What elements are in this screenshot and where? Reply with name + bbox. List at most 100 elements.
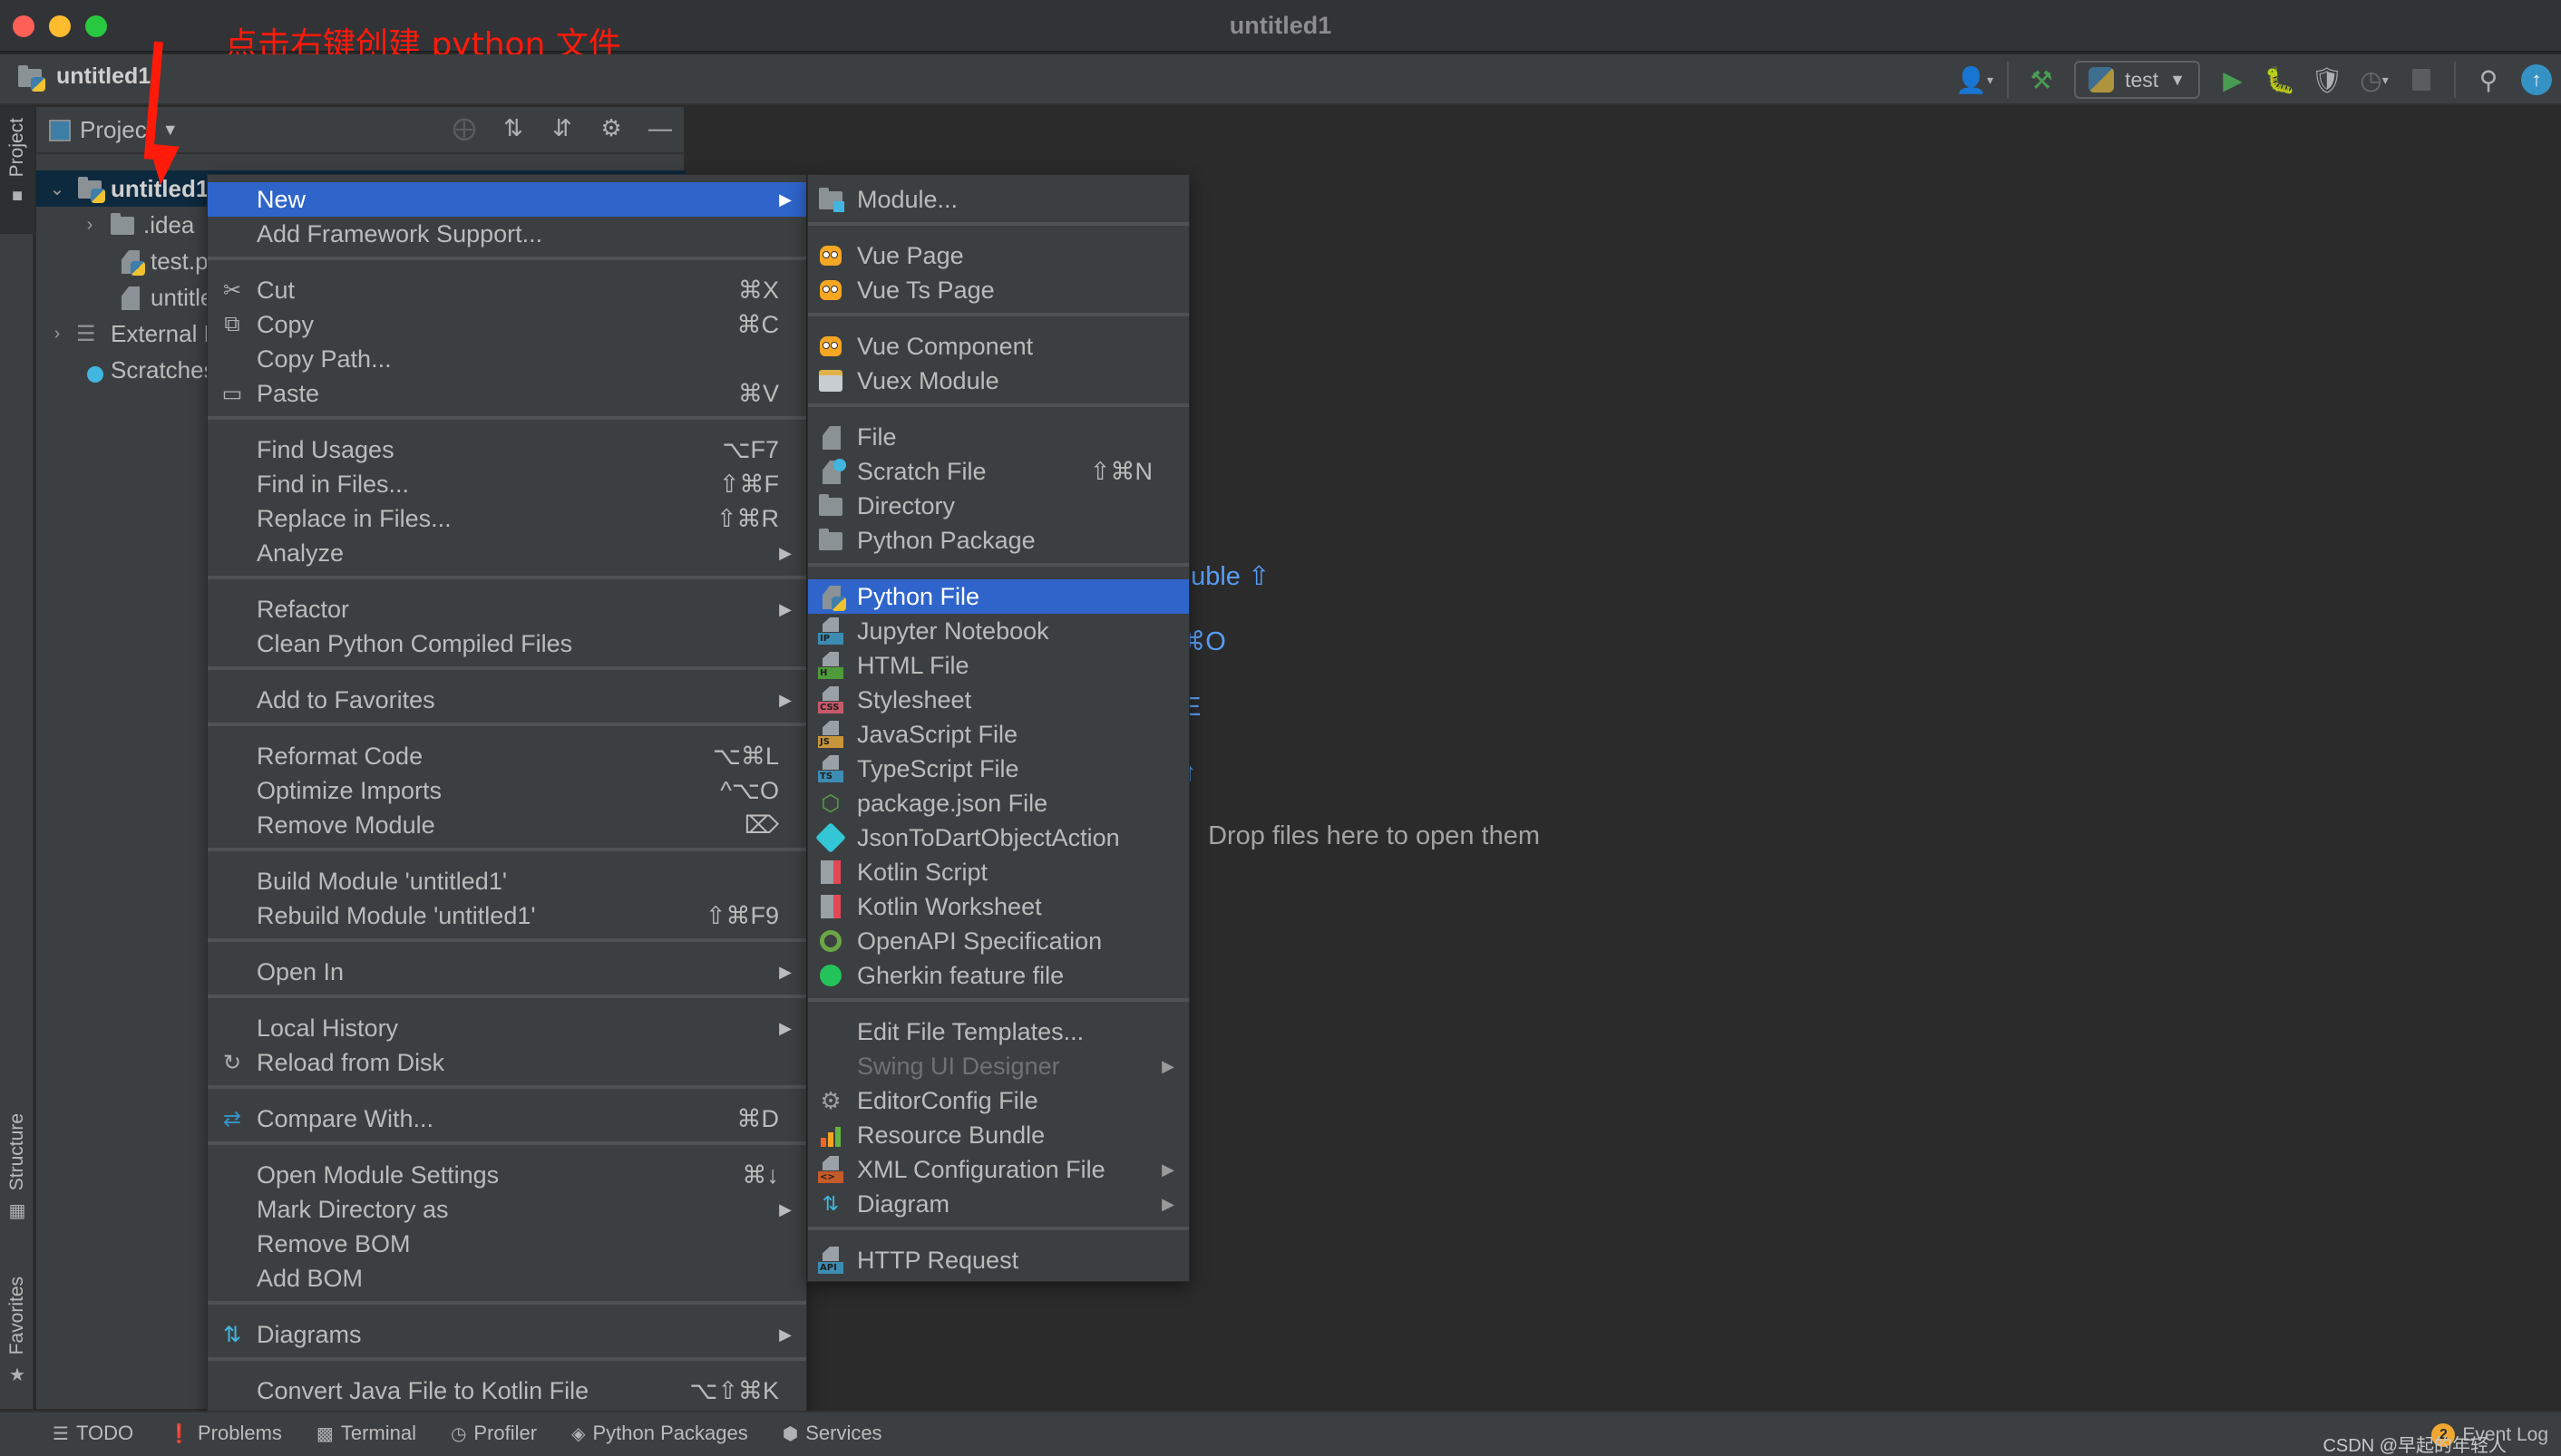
new-menu-item-kotlin-script[interactable]: Kotlin Script (808, 855, 1189, 889)
tool-tab-structure[interactable]: Structure ▦ (0, 1113, 34, 1240)
gear-icon[interactable]: ⚙ (599, 114, 624, 142)
context-menu-item-optimize-imports[interactable]: Optimize Imports ^⌥O (208, 773, 806, 808)
python-package-icon (817, 527, 844, 554)
new-menu-item-xml-configuration-file[interactable]: <> XML Configuration File ▶ (808, 1152, 1189, 1187)
tab-terminal[interactable]: ▩ Terminal (316, 1422, 416, 1445)
python-file-icon (116, 248, 145, 276)
context-menu-item-copy-path[interactable]: Copy Path... (208, 342, 806, 376)
context-menu-item-add-to-favorites[interactable]: Add to Favorites ▶ (208, 683, 806, 717)
new-menu-item-module[interactable]: Module... (808, 182, 1189, 217)
profile-icon[interactable]: ◷ ▾ (2360, 65, 2389, 94)
chevron-down-icon[interactable]: ⌄ (47, 178, 67, 200)
tab-python-packages[interactable]: ◈ Python Packages (571, 1422, 748, 1445)
context-menu-item-new[interactable]: New ▶ (208, 182, 806, 217)
debug-icon[interactable]: 🐛 (2264, 65, 2296, 94)
context-menu-item-find-usages[interactable]: Find Usages ⌥F7 (208, 432, 806, 467)
new-menu-item-http-request[interactable]: API HTTP Request (808, 1243, 1189, 1277)
chevron-right-icon[interactable]: › (47, 324, 67, 345)
context-menu: New ▶ Add Framework Support... ✂ Cut ⌘X ⧉ Copy ⌘… (207, 174, 807, 1416)
build-hammer-icon[interactable]: ⚒ (2027, 65, 2056, 94)
context-menu-item-open-module-settings[interactable]: Open Module Settings ⌘↓ (208, 1158, 806, 1192)
new-menu-item-editorconfig-file[interactable]: ⚙ EditorConfig File (808, 1083, 1189, 1118)
update-icon[interactable]: ↑ (2521, 64, 2552, 95)
context-menu-item-add-framework-support[interactable]: Add Framework Support... (208, 217, 806, 251)
new-menu-item-jupyter-notebook[interactable]: IP Jupyter Notebook (808, 614, 1189, 648)
hide-panel-icon[interactable]: — (648, 114, 673, 142)
context-menu-item-find-in-files[interactable]: Find in Files... ⇧⌘F (208, 467, 806, 501)
run-config-dropdown[interactable]: test ▼ (2074, 61, 2200, 99)
chevron-right-icon[interactable]: › (80, 215, 100, 236)
context-menu-item-replace-in-files[interactable]: Replace in Files... ⇧⌘R (208, 501, 806, 536)
new-menu-item-package-json-file[interactable]: ⬡ package.json File (808, 786, 1189, 820)
new-menu-item-vue-ts-page[interactable]: Vue Ts Page (808, 273, 1189, 307)
run-icon[interactable]: ▶ (2218, 65, 2247, 94)
menu-item-label: Vue Component (857, 332, 1034, 360)
context-menu-item-build-module-untitled1[interactable]: Build Module 'untitled1' (208, 864, 806, 898)
new-menu-item-jsontodartobjectaction[interactable]: JsonToDartObjectAction (808, 820, 1189, 855)
menu-item-label: Optimize Imports (257, 776, 443, 804)
menu-item-label: Open Module Settings (257, 1160, 500, 1189)
search-icon[interactable]: ⚲ (2474, 65, 2503, 94)
folder-icon: ■ (11, 186, 24, 207)
context-menu-item-compare-with[interactable]: ⇄ Compare With... ⌘D (208, 1102, 806, 1136)
context-menu-item-mark-directory-as[interactable]: Mark Directory as ▶ (208, 1192, 806, 1227)
tool-tab-favorites[interactable]: Favorites ★ (0, 1276, 34, 1403)
new-menu-item-kotlin-worksheet[interactable]: Kotlin Worksheet (808, 889, 1189, 924)
project-view-dropdown[interactable]: Project ▼ (49, 116, 179, 144)
context-menu-item-rebuild-module-untitled1[interactable]: Rebuild Module 'untitled1' ⇧⌘F9 (208, 898, 806, 933)
new-menu-item-vuex-module[interactable]: Vuex Module (808, 364, 1189, 398)
menu-item-label: Reformat Code (257, 742, 424, 770)
expand-all-icon[interactable]: ⇅ (501, 114, 526, 142)
context-menu-item-open-in[interactable]: Open In ▶ (208, 955, 806, 989)
new-menu-item-vue-component[interactable]: Vue Component (808, 329, 1189, 364)
module-icon (817, 186, 844, 213)
tab-profiler[interactable]: ◷ Profiler (451, 1422, 537, 1445)
new-menu-item-file[interactable]: File (808, 420, 1189, 454)
new-menu-item-edit-file-templates[interactable]: Edit File Templates... (808, 1014, 1189, 1049)
new-menu-item-resource-bundle[interactable]: Resource Bundle (808, 1118, 1189, 1152)
tab-todo[interactable]: ☰ TODO (53, 1422, 133, 1445)
library-icon: ☰ (76, 322, 96, 346)
tab-services[interactable]: ⬢ Services (783, 1422, 882, 1445)
vcs-user-icon[interactable]: 👤 ▾ (1955, 65, 1993, 94)
new-menu-item-diagram[interactable]: ⇅ Diagram ▶ (808, 1187, 1189, 1221)
context-menu-item-reload-from-disk[interactable]: ↻ Reload from Disk (208, 1045, 806, 1080)
new-menu-item-typescript-file[interactable]: TS TypeScript File (808, 752, 1189, 786)
context-menu-item-local-history[interactable]: Local History ▶ (208, 1011, 806, 1045)
menu-item-label: Open In (257, 957, 345, 985)
collapse-all-icon[interactable]: ⇵ (550, 114, 575, 142)
context-menu-item-analyze[interactable]: Analyze ▶ (208, 536, 806, 570)
context-menu-item-copy[interactable]: ⧉ Copy ⌘C (208, 307, 806, 342)
context-menu-item-add-bom[interactable]: Add BOM (208, 1261, 806, 1296)
new-menu-item-html-file[interactable]: H HTML File (808, 648, 1189, 683)
new-menu-item-python-file[interactable]: Python File (808, 579, 1189, 614)
new-menu-item-openapi-specification[interactable]: OpenAPI Specification (808, 924, 1189, 958)
context-menu-item-remove-bom[interactable]: Remove BOM (208, 1227, 806, 1261)
context-menu-item-cut[interactable]: ✂ Cut ⌘X (208, 273, 806, 307)
new-menu-item-stylesheet[interactable]: CSS Stylesheet (808, 683, 1189, 717)
main-toolbar: 👤 ▾ ⚒ test ▼ ▶ 🐛 🛡 ◷ ▾ ⚲ ↑ (1955, 60, 2552, 100)
tab-problems[interactable]: ❗ Problems (168, 1422, 282, 1445)
context-menu-item-paste[interactable]: ▭ Paste ⌘V (208, 376, 806, 411)
gherkin-icon (817, 962, 844, 989)
stop-icon[interactable] (2407, 65, 2436, 94)
menu-separator (208, 576, 806, 579)
context-menu-item-clean-python-compiled-files[interactable]: Clean Python Compiled Files (208, 626, 806, 661)
new-menu-item-javascript-file[interactable]: JS JavaScript File (808, 717, 1189, 752)
breadcrumb-project[interactable]: untitled1 (16, 63, 151, 92)
tool-tab-project[interactable]: Project ■ (0, 107, 34, 234)
menu-item-shortcut: ⌘C (736, 310, 780, 338)
context-menu-item-reformat-code[interactable]: Reformat Code ⌥⌘L (208, 739, 806, 773)
context-menu-item-refactor[interactable]: Refactor ▶ (208, 592, 806, 626)
new-menu-item-directory[interactable]: Directory (808, 489, 1189, 523)
new-submenu: Module... Vue Page Vue Ts Page Vue Componen… (807, 174, 1190, 1282)
context-menu-item-convert-java-file-to-kotlin-file[interactable]: Convert Java File to Kotlin File ⌥⇧⌘K (208, 1373, 806, 1408)
context-menu-item-diagrams[interactable]: ⇅ Diagrams ▶ (208, 1317, 806, 1352)
context-menu-item-remove-module[interactable]: Remove Module ⌦ (208, 808, 806, 842)
coverage-icon[interactable]: 🛡 (2311, 65, 2343, 94)
new-menu-item-gherkin-feature-file[interactable]: Gherkin feature file (808, 958, 1189, 993)
new-menu-item-python-package[interactable]: Python Package (808, 523, 1189, 558)
locate-icon[interactable]: ⨁ (452, 114, 477, 142)
new-menu-item-vue-page[interactable]: Vue Page (808, 238, 1189, 273)
new-menu-item-scratch-file[interactable]: Scratch File ⇧⌘N (808, 454, 1189, 489)
